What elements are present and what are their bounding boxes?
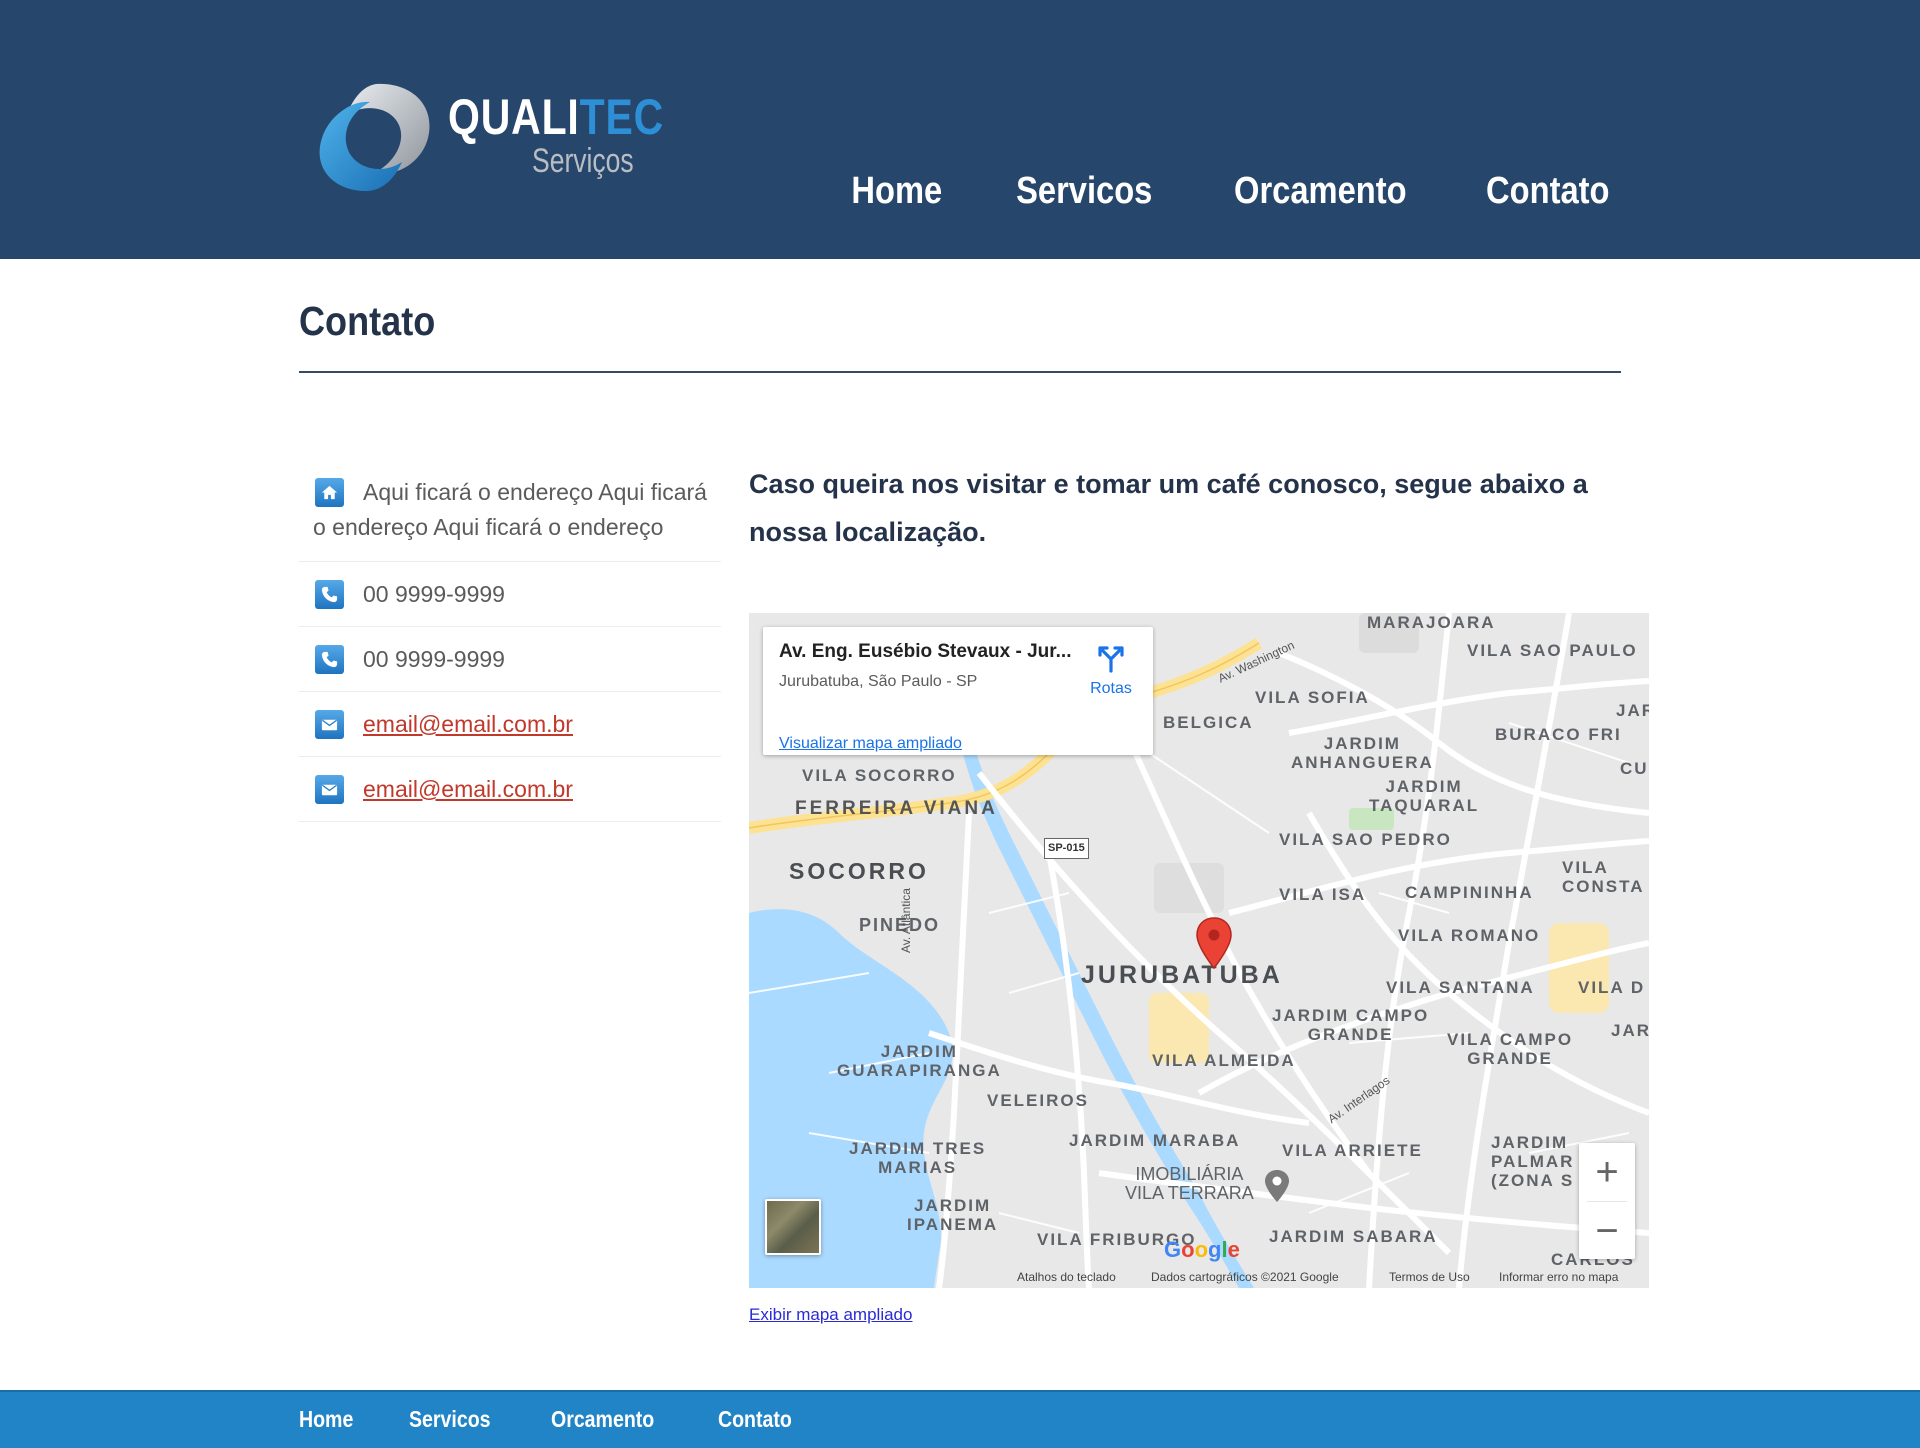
map-label: VILA SAO PEDRO <box>1279 830 1452 849</box>
phone-number-2[interactable]: 00 9999-9999 <box>363 642 505 677</box>
google-logo: Google <box>1164 1237 1240 1262</box>
footer-nav: Home Servicos Orcamento Contato <box>299 1402 805 1436</box>
map-label: JARDIM IPANEMA <box>907 1196 999 1234</box>
map-label: JARDIM GUARAPIRANGA <box>837 1042 1002 1080</box>
location-intro: Caso queira nos visitar e tomar um café … <box>749 469 1588 547</box>
map-label: Av. Atlântica <box>899 888 913 953</box>
map-label: VILA SAO PAULO <box>1467 641 1638 660</box>
title-divider <box>299 371 1621 373</box>
logo-swirl-icon <box>319 83 430 192</box>
logo-word-quali: QUALI <box>448 89 580 145</box>
map-label: JAR <box>1611 1021 1649 1040</box>
satellite-toggle-button[interactable] <box>765 1199 821 1255</box>
map-label: JARDIM MARABA <box>1069 1131 1241 1150</box>
contact-phone-2: 00 9999-9999 <box>299 627 721 692</box>
google-map[interactable]: MARAJOARA VILA SAO PAULO VILA SOFIA BELG… <box>749 613 1649 1288</box>
main-nav: Home Servicos Orcamento Contato <box>844 166 1620 216</box>
location-pin-icon[interactable] <box>1195 917 1233 969</box>
place-info-card: Av. Eng. Eusébio Stevaux - Jur... Juruba… <box>763 627 1153 755</box>
map-label: CU <box>1620 759 1649 778</box>
logo-wordmark: QUALITEC <box>448 92 664 142</box>
report-error-link[interactable]: Informar erro no mapa <box>1499 1270 1618 1284</box>
poi-marker-icon[interactable] <box>1262 1168 1292 1204</box>
map-label: JARDIM PALMAR (ZONA S <box>1491 1133 1575 1190</box>
map-label: FERREIRA VIANA <box>795 798 998 819</box>
map-label: VILA ROMANO <box>1398 926 1541 945</box>
map-label: MARAJOARA <box>1367 613 1496 632</box>
map-label: VELEIROS <box>987 1091 1089 1110</box>
site-footer: Home Servicos Orcamento Contato <box>0 1390 1920 1448</box>
map-label: CAMPININHA <box>1405 883 1534 902</box>
zoom-controls: + − <box>1579 1143 1635 1259</box>
contact-email-2: email@email.com.br <box>299 757 721 822</box>
phone-icon <box>315 645 344 674</box>
map-label: BURACO FRI <box>1495 725 1622 744</box>
mail-icon <box>315 710 344 739</box>
address-text: Aqui ficará o endereço Aqui ficará o end… <box>313 479 707 540</box>
nav-contato[interactable]: Contato <box>1487 166 1610 216</box>
footer-nav-contato[interactable]: Contato <box>718 1402 792 1436</box>
map-attribution: Atalhos do teclado Dados cartográficos ©… <box>749 1266 1649 1288</box>
map-label: SP-015 <box>1044 838 1089 859</box>
nav-home[interactable]: Home <box>851 166 942 216</box>
map-label: VILA ARRIETE <box>1282 1141 1423 1160</box>
map-label: VILA ISA <box>1279 885 1367 904</box>
place-title: Av. Eng. Eusébio Stevaux - Jur... <box>779 641 1072 662</box>
footer-nav-servicos[interactable]: Servicos <box>409 1402 491 1436</box>
map-label: JAR <box>1616 701 1649 720</box>
email-link-2[interactable]: email@email.com.br <box>363 772 573 807</box>
map-label: VILA SOCORRO <box>802 766 957 785</box>
contact-phone-1: 00 9999-9999 <box>299 562 721 627</box>
show-larger-map-link[interactable]: Exibir mapa ampliado <box>749 1305 912 1325</box>
map-label: JARDIM ANHANGUERA <box>1291 734 1434 772</box>
contact-address: Aqui ficará o endereço Aqui ficará o end… <box>299 465 721 562</box>
contact-email-1: email@email.com.br <box>299 692 721 757</box>
map-label: JURUBATUBA <box>1081 961 1283 989</box>
map-label: SOCORRO <box>789 858 929 884</box>
map-label: JARDIM TRES MARIAS <box>849 1139 987 1177</box>
footer-nav-home[interactable]: Home <box>299 1402 353 1436</box>
terms-link[interactable]: Termos de Uso <box>1389 1270 1470 1284</box>
map-label: VILA ALMEIDA <box>1152 1051 1296 1070</box>
email-link-1[interactable]: email@email.com.br <box>363 707 573 742</box>
map-label: VILA SANTANA <box>1386 978 1535 997</box>
map-label: VILA CAMPO GRANDE <box>1447 1030 1574 1068</box>
zoom-out-button[interactable]: − <box>1579 1202 1635 1260</box>
phone-number-1[interactable]: 00 9999-9999 <box>363 577 505 612</box>
map-label: JARDIM TAQUARAL <box>1369 777 1480 815</box>
phone-icon <box>315 580 344 609</box>
map-label: BELGICA <box>1163 713 1254 732</box>
site-header: QUALITEC Serviços Home Servicos Orcament… <box>0 0 1920 259</box>
qualitec-logo[interactable]: QUALITEC Serviços <box>316 80 663 195</box>
map-label: JARDIM SABARA <box>1269 1227 1438 1246</box>
view-larger-map-link[interactable]: Visualizar mapa ampliado <box>779 735 962 753</box>
page-title: Contato <box>299 298 436 344</box>
logo-subtitle: Serviços <box>532 142 634 180</box>
directions-button[interactable]: Rotas <box>1083 645 1139 698</box>
map-label: VILA SOFIA <box>1255 688 1370 707</box>
map-label: IMOBILIÁRIA VILA TERRARA <box>1125 1164 1254 1203</box>
map-label: VILA D <box>1578 978 1646 997</box>
nav-orcamento[interactable]: Orcamento <box>1234 166 1407 216</box>
directions-icon <box>1098 646 1124 673</box>
zoom-in-button[interactable]: + <box>1579 1143 1635 1201</box>
keyboard-shortcuts-link[interactable]: Atalhos do teclado <box>1017 1270 1116 1284</box>
nav-servicos[interactable]: Servicos <box>1016 166 1152 216</box>
directions-label: Rotas <box>1090 680 1132 697</box>
map-data-credit: Dados cartográficos ©2021 Google <box>1151 1270 1339 1284</box>
place-subtitle: Jurubatuba, São Paulo - SP <box>779 673 978 690</box>
mail-icon <box>315 775 344 804</box>
footer-nav-orcamento[interactable]: Orcamento <box>551 1402 654 1436</box>
map-label: VILA CONSTA <box>1562 858 1645 896</box>
map-label: JARDIM CAMPO GRANDE <box>1272 1006 1430 1044</box>
logo-word-tec: TEC <box>579 89 665 145</box>
contact-list: Aqui ficará o endereço Aqui ficará o end… <box>299 465 721 822</box>
